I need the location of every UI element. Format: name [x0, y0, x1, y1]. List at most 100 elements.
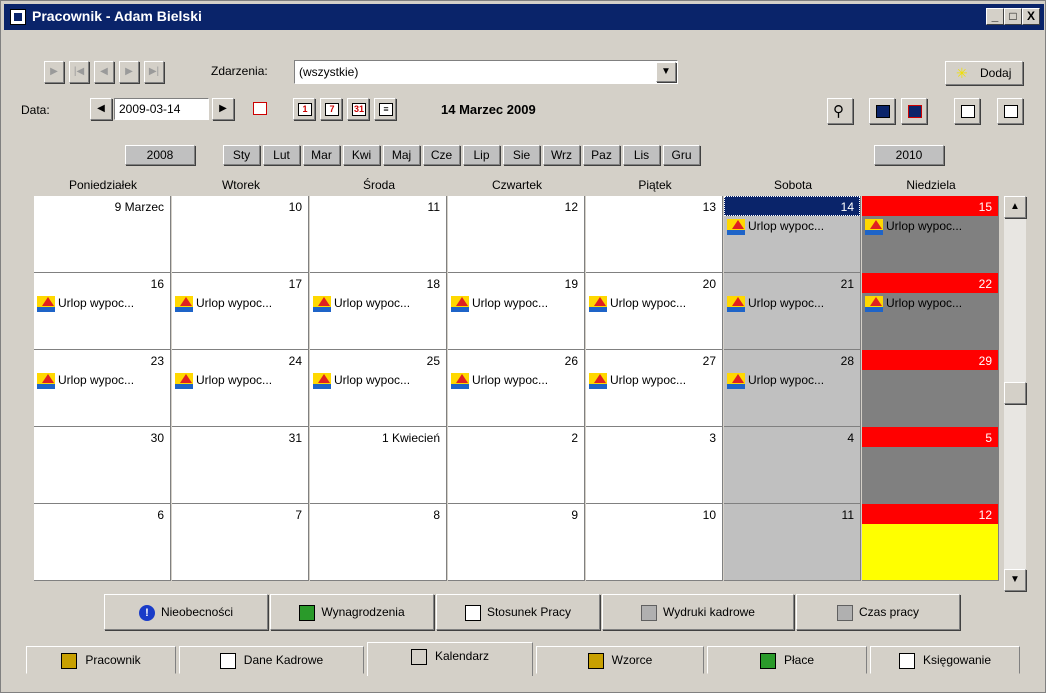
- day-cell[interactable]: 13: [586, 196, 723, 273]
- tab-employee[interactable]: Pracownik: [26, 646, 176, 674]
- day-cell-selected[interactable]: 14 Urlop wypoc...: [724, 196, 861, 273]
- view-week-button[interactable]: 7: [320, 98, 342, 120]
- tab-hr-data[interactable]: Dane Kadrowe: [179, 646, 364, 674]
- calendar-scrollbar[interactable]: ▲ ▼: [1004, 196, 1026, 591]
- close-button[interactable]: X: [1022, 8, 1040, 25]
- calendar-event[interactable]: Urlop wypoc...: [175, 373, 305, 389]
- day-cell[interactable]: 25 Urlop wypoc...: [310, 350, 447, 427]
- day-cell[interactable]: 30: [34, 427, 171, 504]
- calendar-event[interactable]: Urlop wypoc...: [589, 373, 719, 389]
- view-list-button[interactable]: ≡: [374, 98, 396, 120]
- scroll-thumb[interactable]: [1004, 382, 1026, 404]
- month-button[interactable]: Cze: [423, 145, 460, 165]
- calendar-picker-button[interactable]: [249, 98, 271, 120]
- day-cell[interactable]: 19 Urlop wypoc...: [448, 273, 585, 350]
- title-bar[interactable]: Pracownik - Adam Bielski _ □ X: [4, 4, 1044, 30]
- day-cell[interactable]: 12: [862, 504, 999, 581]
- salaries-button[interactable]: Wynagrodzenia: [270, 594, 434, 630]
- date-input[interactable]: 2009-03-14: [114, 98, 209, 120]
- calendar-event[interactable]: Urlop wypoc...: [865, 219, 995, 235]
- day-cell[interactable]: 31: [172, 427, 309, 504]
- first-record-button[interactable]: ▶: [44, 61, 64, 83]
- day-cell[interactable]: 11: [310, 196, 447, 273]
- day-cell[interactable]: 27 Urlop wypoc...: [586, 350, 723, 427]
- calendar-event[interactable]: Urlop wypoc...: [175, 296, 305, 312]
- month-button[interactable]: Sie: [503, 145, 540, 165]
- day-cell[interactable]: 29: [862, 350, 999, 427]
- last-record-button[interactable]: ▶|: [144, 61, 164, 83]
- calendar-event[interactable]: Urlop wypoc...: [865, 296, 995, 312]
- day-cell[interactable]: 22 Urlop wypoc...: [862, 273, 999, 350]
- day-cell[interactable]: 4: [724, 427, 861, 504]
- day-cell[interactable]: 20 Urlop wypoc...: [586, 273, 723, 350]
- month-button[interactable]: Paz: [583, 145, 620, 165]
- day-cell[interactable]: 5: [862, 427, 999, 504]
- day-cell[interactable]: 15 Urlop wypoc...: [862, 196, 999, 273]
- day-cell[interactable]: 10: [172, 196, 309, 273]
- calendar-event[interactable]: Urlop wypoc...: [589, 296, 719, 312]
- month-button[interactable]: Kwi: [343, 145, 380, 165]
- calendar-event[interactable]: Urlop wypoc...: [313, 296, 443, 312]
- tab-calendar[interactable]: Kalendarz: [367, 642, 533, 676]
- next-record-button[interactable]: ▶: [119, 61, 139, 83]
- tab-payroll[interactable]: Płace: [707, 646, 867, 674]
- schedule-button[interactable]: [869, 98, 895, 124]
- minimize-button[interactable]: _: [986, 8, 1004, 25]
- maximize-button[interactable]: □: [1004, 8, 1022, 25]
- month-button[interactable]: Lis: [623, 145, 660, 165]
- calendar-event[interactable]: Urlop wypoc...: [37, 296, 167, 312]
- day-cell[interactable]: 11: [724, 504, 861, 581]
- month-button[interactable]: Maj: [383, 145, 420, 165]
- calendar-event[interactable]: Urlop wypoc...: [37, 373, 167, 389]
- next-date-button[interactable]: ▶: [212, 98, 234, 120]
- hr-prints-button[interactable]: Wydruki kadrowe: [602, 594, 794, 630]
- prev-year-button[interactable]: 2008: [125, 145, 195, 165]
- day-cell[interactable]: 6: [34, 504, 171, 581]
- events-select[interactable]: (wszystkie) ▼: [294, 60, 678, 84]
- jump-first-button[interactable]: |◀: [69, 61, 89, 83]
- prev-date-button[interactable]: ◀: [90, 98, 112, 120]
- calendar-event[interactable]: Urlop wypoc...: [727, 219, 857, 235]
- day-cell[interactable]: 9 Marzec: [34, 196, 171, 273]
- employment-button[interactable]: Stosunek Pracy: [436, 594, 600, 630]
- next-year-button[interactable]: 2010: [874, 145, 944, 165]
- month-button[interactable]: Mar: [303, 145, 340, 165]
- absences-button[interactable]: ! Nieobecności: [104, 594, 268, 630]
- day-cell[interactable]: 26 Urlop wypoc...: [448, 350, 585, 427]
- work-time-button[interactable]: Czas pracy: [796, 594, 960, 630]
- day-cell[interactable]: 21 Urlop wypoc...: [724, 273, 861, 350]
- calendar-event[interactable]: Urlop wypoc...: [451, 373, 581, 389]
- view-month-button[interactable]: 31: [347, 98, 369, 120]
- day-cell[interactable]: 18 Urlop wypoc...: [310, 273, 447, 350]
- scroll-up-button[interactable]: ▲: [1004, 196, 1026, 218]
- day-cell[interactable]: 28 Urlop wypoc...: [724, 350, 861, 427]
- calendar-event[interactable]: Urlop wypoc...: [313, 373, 443, 389]
- day-cell[interactable]: 12: [448, 196, 585, 273]
- month-button[interactable]: Lut: [263, 145, 300, 165]
- day-cell[interactable]: 1 Kwiecień: [310, 427, 447, 504]
- calendar-event[interactable]: Urlop wypoc...: [727, 296, 857, 312]
- day-cell[interactable]: 10: [586, 504, 723, 581]
- day-cell[interactable]: 2: [448, 427, 585, 504]
- prev-record-button[interactable]: ◀: [94, 61, 114, 83]
- day-cell[interactable]: 23 Urlop wypoc...: [34, 350, 171, 427]
- add-button[interactable]: ✳ Dodaj: [945, 61, 1023, 85]
- day-cell[interactable]: 16 Urlop wypoc...: [34, 273, 171, 350]
- calendar-event[interactable]: Urlop wypoc...: [451, 296, 581, 312]
- search-button[interactable]: ⚲: [827, 98, 853, 124]
- properties-button[interactable]: [997, 98, 1023, 124]
- month-button[interactable]: Wrz: [543, 145, 580, 165]
- day-cell[interactable]: 8: [310, 504, 447, 581]
- tab-accounting[interactable]: Księgowanie: [870, 646, 1020, 674]
- schedule-edit-button[interactable]: [901, 98, 927, 124]
- day-cell[interactable]: 17 Urlop wypoc...: [172, 273, 309, 350]
- scroll-down-button[interactable]: ▼: [1004, 569, 1026, 591]
- events-dropdown-button[interactable]: ▼: [656, 62, 676, 82]
- month-button[interactable]: Gru: [663, 145, 700, 165]
- calendar-event[interactable]: Urlop wypoc...: [727, 373, 857, 389]
- day-cell[interactable]: 9: [448, 504, 585, 581]
- month-button[interactable]: Lip: [463, 145, 500, 165]
- view-day-button[interactable]: 1: [293, 98, 315, 120]
- day-cell[interactable]: 3: [586, 427, 723, 504]
- day-cell[interactable]: 7: [172, 504, 309, 581]
